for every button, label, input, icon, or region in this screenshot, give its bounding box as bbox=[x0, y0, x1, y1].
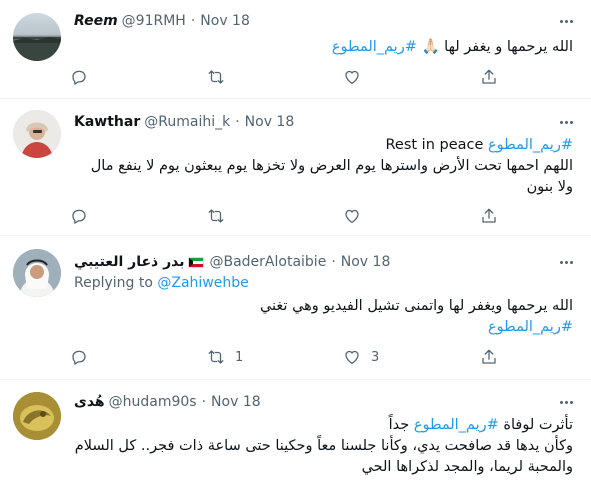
share-button[interactable] bbox=[480, 66, 498, 88]
tweet-text: الله يرحمها ويغفر لها واتمنى تشيل الفيدي… bbox=[74, 296, 573, 338]
more-icon[interactable] bbox=[555, 252, 577, 272]
avatar-image bbox=[13, 110, 61, 158]
share-icon bbox=[482, 208, 496, 223]
hashtag-link[interactable]: #ريم_المطوع bbox=[414, 417, 499, 433]
tweet-header: هُدى @hudam90s · Nov 18 bbox=[74, 392, 551, 412]
reply-icon bbox=[72, 70, 86, 85]
share-button[interactable] bbox=[480, 205, 498, 227]
avatar[interactable] bbox=[13, 249, 61, 297]
author-handle[interactable]: @BaderAlotaibie bbox=[209, 254, 326, 270]
like-button[interactable] bbox=[343, 66, 361, 88]
tweet[interactable]: Kawthar @Rumaihi_k · Nov 18 #ريم_المطوع … bbox=[0, 99, 591, 236]
tweet[interactable]: Reem @91RMH · Nov 18 الله يرحمها و يغفر … bbox=[0, 0, 591, 99]
reply-button[interactable] bbox=[70, 346, 88, 368]
author-name[interactable]: Reem bbox=[74, 13, 118, 29]
replying-to: Replying to @Zahiwehbe bbox=[74, 275, 249, 291]
separator-dot: · bbox=[201, 394, 207, 410]
retweet-icon bbox=[208, 70, 224, 84]
retweet-icon bbox=[208, 350, 224, 364]
tweet-text-latin: Rest in peace bbox=[385, 137, 484, 153]
tweet-text-line1: تأثرت لوفاة #ريم_المطوع جداً bbox=[74, 415, 573, 436]
tweet-date[interactable]: Nov 18 bbox=[245, 114, 295, 130]
share-icon bbox=[482, 349, 496, 364]
tweet-date[interactable]: Nov 18 bbox=[341, 254, 391, 270]
tweet-text: الله يرحمها و يغفر لها 🙏🏻 #ريم_المطوع bbox=[74, 37, 573, 58]
tweet-text-after-hashtag: جداً bbox=[388, 417, 414, 433]
tweet[interactable]: هُدى @hudam90s · Nov 18 تأثرت لوفاة #ريم… bbox=[0, 380, 591, 484]
like-count: 3 bbox=[371, 349, 380, 365]
tweet-text: تأثرت لوفاة #ريم_المطوع جداً وكأن يدها ق… bbox=[74, 415, 573, 478]
more-icon[interactable] bbox=[555, 11, 577, 31]
avatar[interactable] bbox=[13, 392, 61, 440]
tweet-feed: Reem @91RMH · Nov 18 الله يرحمها و يغفر … bbox=[0, 0, 591, 484]
reply-button[interactable] bbox=[70, 205, 88, 227]
avatar-image bbox=[13, 37, 61, 61]
tweet-date[interactable]: Nov 18 bbox=[211, 394, 261, 410]
heart-icon bbox=[345, 70, 359, 85]
author-handle[interactable]: @Rumaihi_k bbox=[144, 114, 230, 130]
tweet-text: #ريم_المطوع Rest in peace اللهم احمها تح… bbox=[74, 135, 573, 198]
author-handle[interactable]: @hudam90s bbox=[109, 394, 197, 410]
avatar-image bbox=[13, 249, 61, 297]
reply-icon bbox=[72, 350, 86, 365]
tweet-header: بدر ذعار العتيبي @BaderAlotaibie · Nov 1… bbox=[74, 252, 551, 272]
reply-button[interactable] bbox=[70, 66, 88, 88]
author-handle[interactable]: @91RMH bbox=[122, 13, 186, 29]
tweet-text-body: وكأن يدها قد صافحت يدي، وكأنا جلسنا معاً… bbox=[74, 438, 573, 475]
tweet[interactable]: بدر ذعار العتيبي @BaderAlotaibie · Nov 1… bbox=[0, 236, 591, 380]
share-icon bbox=[482, 69, 496, 84]
tweet-actions: 1 3 bbox=[70, 346, 510, 368]
tweet-text-line1: #ريم_المطوع Rest in peace bbox=[74, 135, 573, 156]
mention-link[interactable]: @Zahiwehbe bbox=[157, 275, 248, 291]
like-button[interactable] bbox=[343, 205, 361, 227]
avatar-image bbox=[13, 392, 61, 440]
avatar[interactable] bbox=[13, 110, 61, 158]
hashtag-link[interactable]: #ريم_المطوع bbox=[488, 137, 573, 153]
separator-dot: · bbox=[190, 13, 196, 29]
retweet-icon bbox=[208, 209, 224, 223]
kuwait-flag-icon bbox=[188, 256, 205, 268]
separator-dot: · bbox=[331, 254, 336, 270]
retweet-button[interactable] bbox=[207, 66, 225, 88]
hashtag-link[interactable]: #ريم_المطوع bbox=[332, 39, 417, 55]
pray-emoji: 🙏🏻 bbox=[421, 39, 440, 55]
hashtag-link[interactable]: #ريم_المطوع bbox=[74, 317, 573, 338]
tweet-text-body: اللهم احمها تحت الأرض واسترها يوم العرض … bbox=[90, 158, 573, 195]
tweet-header: Kawthar @Rumaihi_k · Nov 18 bbox=[74, 112, 551, 132]
share-button[interactable] bbox=[480, 346, 498, 368]
tweet-text-body: الله يرحمها ويغفر لها واتمنى تشيل الفيدي… bbox=[259, 298, 573, 314]
like-button[interactable]: 3 bbox=[343, 346, 379, 368]
replying-to-prefix: Replying to bbox=[74, 275, 153, 291]
heart-icon bbox=[345, 209, 359, 224]
retweet-count: 1 bbox=[235, 349, 244, 365]
tweet-text-lead: الله يرحمها و يغفر لها bbox=[439, 39, 573, 55]
separator-dot: · bbox=[235, 114, 240, 130]
tweet-actions bbox=[70, 205, 510, 227]
tweet-header: Reem @91RMH · Nov 18 bbox=[74, 11, 551, 31]
tweet-actions bbox=[70, 66, 510, 88]
retweet-button[interactable] bbox=[207, 205, 225, 227]
avatar[interactable] bbox=[13, 13, 61, 61]
heart-icon bbox=[345, 350, 359, 365]
author-name[interactable]: Kawthar bbox=[74, 114, 140, 130]
retweet-button[interactable]: 1 bbox=[207, 346, 243, 368]
author-name[interactable]: هُدى bbox=[74, 394, 105, 410]
tweet-text-lead: تأثرت لوفاة bbox=[498, 417, 573, 433]
more-icon[interactable] bbox=[555, 112, 577, 132]
author-name[interactable]: بدر ذعار العتيبي bbox=[74, 254, 184, 270]
reply-icon bbox=[72, 209, 86, 224]
tweet-date[interactable]: Nov 18 bbox=[200, 13, 250, 29]
more-icon[interactable] bbox=[555, 392, 577, 412]
